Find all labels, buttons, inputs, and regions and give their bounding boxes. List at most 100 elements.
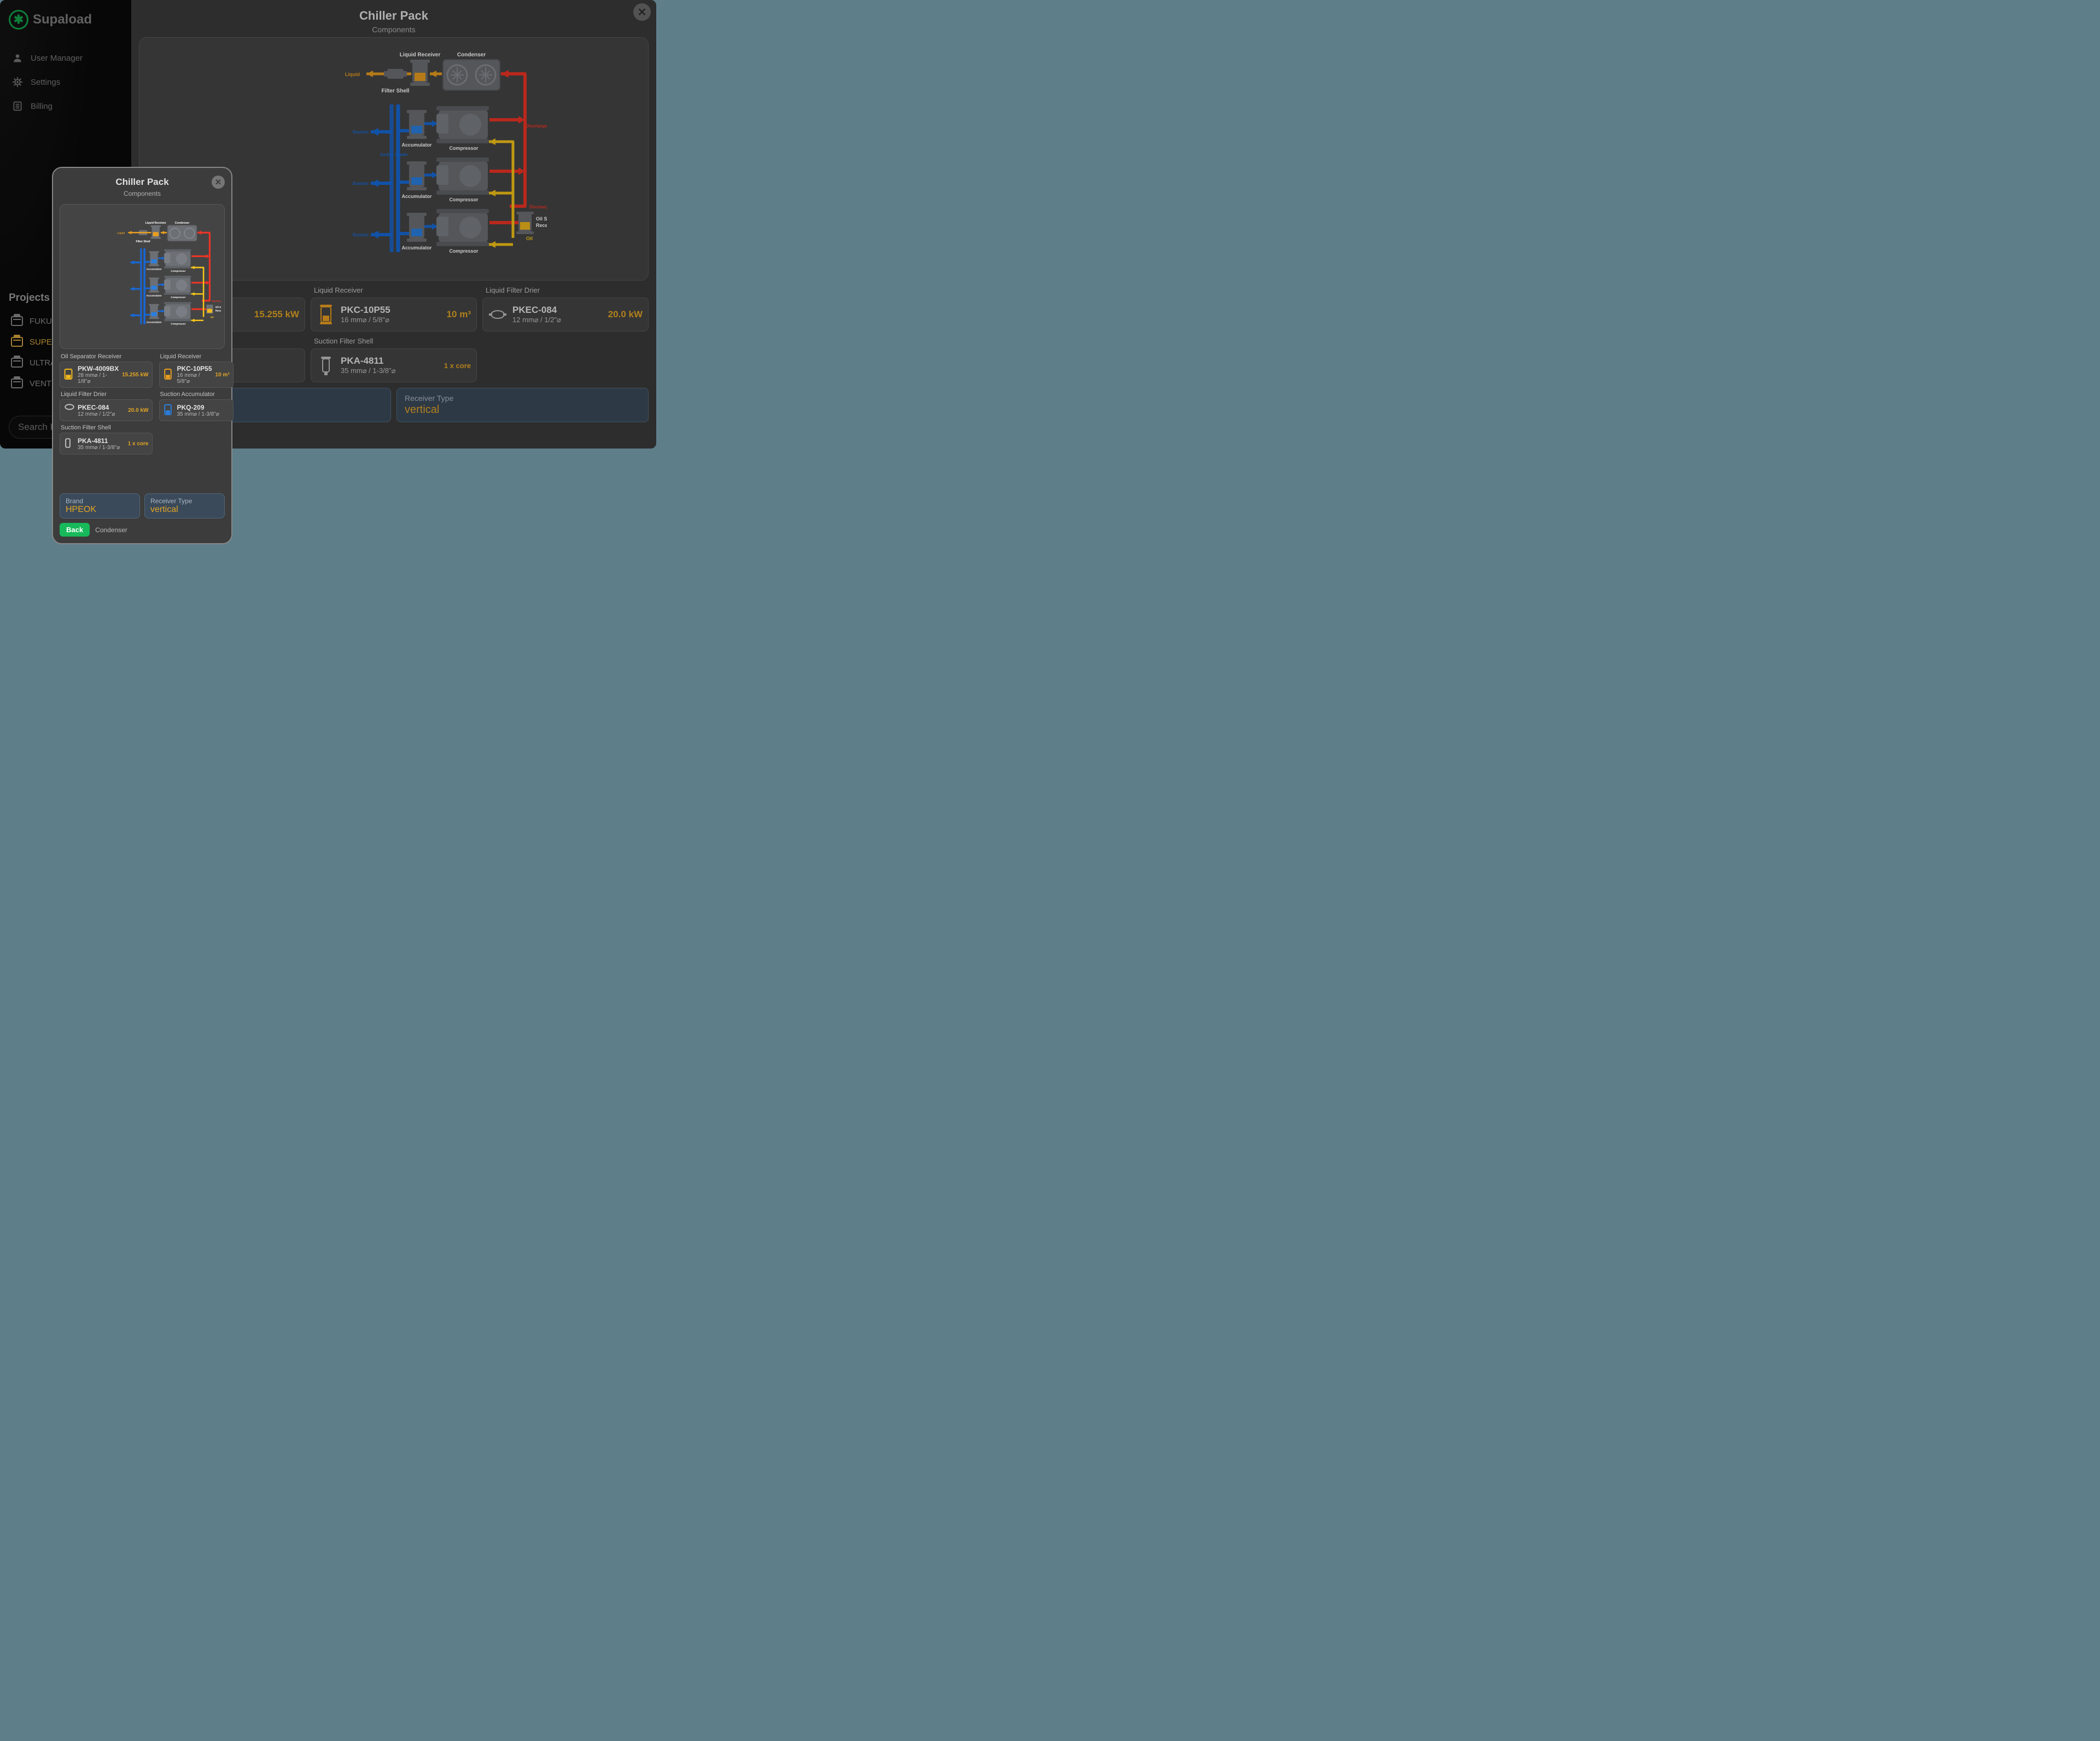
compact-diagram-panel: Condenser Liquid Receiver Filter Shell L… bbox=[60, 204, 225, 349]
project-icon bbox=[11, 358, 23, 368]
compact-footer: Back Condenser bbox=[60, 523, 225, 537]
liquid-receiver-icon bbox=[317, 302, 335, 327]
svg-text:Compressor: Compressor bbox=[449, 145, 479, 151]
card-suction-accumulator[interactable]: PKQ-20935 mm⌀ / 1-3/8"⌀ bbox=[159, 399, 234, 421]
compact-subtitle: Components bbox=[60, 190, 225, 197]
info-receiver-type[interactable]: Receiver Type vertical bbox=[144, 493, 225, 519]
modal-header: Chiller Pack Components ✕ bbox=[131, 0, 656, 37]
svg-text:Receiver: Receiver bbox=[536, 223, 547, 228]
card-label: Suction Filter Shell bbox=[311, 337, 477, 345]
svg-text:Receiver: Receiver bbox=[215, 309, 221, 312]
card-suction-filter-shell[interactable]: PKA-4811 35 mm⌀ / 1-3/8"⌀ 1 x core bbox=[311, 348, 477, 382]
card-suction-filter-shell[interactable]: PKA-481135 mm⌀ / 1-3/8"⌀ 1 x core bbox=[60, 433, 153, 455]
brand-name: Supaload bbox=[33, 12, 92, 27]
card-metric: 1 x core bbox=[444, 362, 471, 370]
card-sub: 12 mm⌀ / 1/2"⌀ bbox=[512, 316, 603, 324]
modal-subtitle: Components bbox=[131, 25, 656, 34]
svg-text:Oil Separator: Oil Separator bbox=[536, 216, 547, 222]
info-label: Receiver Type bbox=[405, 394, 640, 403]
svg-text:Liquid: Liquid bbox=[117, 231, 125, 234]
project-icon bbox=[11, 337, 23, 347]
svg-text:Condenser: Condenser bbox=[175, 222, 190, 225]
liquid-receiver-icon bbox=[163, 367, 174, 382]
info-receiver-type[interactable]: Receiver Type vertical bbox=[396, 388, 649, 422]
svg-text:Discharge: Discharge bbox=[529, 205, 547, 209]
card-liquid-receiver[interactable]: PKC-10P5516 mm⌀ / 5/8"⌀ 10 m³ bbox=[159, 362, 234, 388]
svg-text:Accumulator: Accumulator bbox=[401, 142, 432, 148]
svg-text:Liquid Receiver: Liquid Receiver bbox=[400, 52, 441, 58]
svg-text:Suction Header: Suction Header bbox=[380, 153, 409, 157]
svg-text:Oil Separator: Oil Separator bbox=[215, 306, 221, 308]
filter-shell-icon bbox=[317, 353, 335, 377]
nav-item-user-manager[interactable]: User Manager bbox=[9, 46, 122, 70]
svg-text:Oil: Oil bbox=[526, 236, 533, 241]
card-label: Liquid Receiver bbox=[311, 286, 477, 294]
info-brand[interactable]: Brand HPEOK bbox=[60, 493, 140, 519]
svg-text:Suction: Suction bbox=[353, 181, 369, 186]
close-icon[interactable]: ✕ bbox=[212, 176, 225, 189]
back-button[interactable]: Back bbox=[60, 523, 90, 537]
project-icon bbox=[11, 316, 23, 326]
svg-text:Compressor: Compressor bbox=[449, 197, 479, 202]
chiller-diagram: Condenser Liquid Receiver Filter Shell bbox=[241, 50, 547, 269]
svg-text:Discharge: Discharge bbox=[212, 300, 221, 302]
svg-text:Accumulator: Accumulator bbox=[147, 321, 162, 323]
svg-text:Condenser: Condenser bbox=[457, 52, 486, 58]
svg-text:Accumulator: Accumulator bbox=[401, 194, 432, 199]
card-title: PKEC-084 bbox=[512, 305, 603, 316]
compact-panel: Chiller Pack Components ✕ Condenser Liqu… bbox=[52, 167, 232, 544]
accumulator-icon bbox=[163, 403, 174, 418]
brand-logo: ✱ Supaload bbox=[9, 10, 122, 30]
filter-drier-icon bbox=[488, 302, 507, 327]
card-label: Liquid Receiver bbox=[159, 353, 234, 360]
svg-text:Liquid: Liquid bbox=[345, 72, 360, 77]
nav-list: User ManagerSettingsBilling bbox=[9, 46, 122, 118]
card-title: PKA-4811 bbox=[341, 356, 439, 366]
card-title: PKC-10P55 bbox=[341, 305, 441, 316]
filter-shell-icon bbox=[63, 436, 74, 451]
nav-item-billing[interactable]: Billing bbox=[9, 94, 122, 118]
svg-text:Discharge Header: Discharge Header bbox=[526, 124, 547, 129]
card-label: Liquid Filter Drier bbox=[60, 391, 153, 398]
compact-header: Chiller Pack Components ✕ bbox=[60, 173, 225, 201]
card-liquid-receiver[interactable]: PKC-10P55 16 mm⌀ / 5/8"⌀ 10 m³ bbox=[311, 298, 477, 331]
svg-text:Suction: Suction bbox=[353, 232, 369, 237]
card-sub: 16 mm⌀ / 5/8"⌀ bbox=[341, 316, 441, 324]
card-metric: 15.255 kW bbox=[254, 309, 299, 320]
chiller-diagram: Condenser Liquid Receiver Filter Shell L… bbox=[63, 208, 221, 345]
card-oil-separator[interactable]: PKW-4009BX28 mm⌀ / 1-1/8"⌀ 15.255 kW bbox=[60, 362, 153, 388]
breadcrumb: Condenser bbox=[95, 526, 127, 534]
compact-title: Chiller Pack bbox=[60, 177, 225, 188]
card-liquid-filter-drier[interactable]: PKEC-08412 mm⌀ / 1/2"⌀ 20.0 kW bbox=[60, 399, 153, 421]
close-icon[interactable]: ✕ bbox=[633, 3, 651, 21]
compact-info-row: Brand HPEOK Receiver Type vertical bbox=[60, 493, 225, 519]
svg-text:Accumulator: Accumulator bbox=[401, 245, 432, 251]
card-label: Suction Filter Shell bbox=[60, 424, 153, 431]
ledger-icon bbox=[11, 100, 24, 113]
svg-text:Suction: Suction bbox=[353, 130, 369, 135]
card-sub: 35 mm⌀ / 1-3/8"⌀ bbox=[341, 366, 439, 375]
person-icon bbox=[11, 51, 24, 65]
card-metric: 10 m³ bbox=[447, 309, 471, 320]
nav-item-settings[interactable]: Settings bbox=[9, 70, 122, 94]
svg-text:Filter Shell: Filter Shell bbox=[381, 88, 409, 94]
svg-text:Accumulator: Accumulator bbox=[147, 294, 162, 297]
snowflake-icon: ✱ bbox=[9, 10, 28, 30]
svg-text:Compressor: Compressor bbox=[171, 270, 185, 272]
oil-separator-icon bbox=[63, 367, 74, 382]
card-metric: 20.0 kW bbox=[608, 309, 643, 320]
info-value: vertical bbox=[405, 404, 640, 416]
card-label: Oil Separator Receiver bbox=[60, 353, 153, 360]
card-label: Liquid Filter Drier bbox=[482, 286, 649, 294]
svg-text:Accumulator: Accumulator bbox=[147, 268, 162, 271]
svg-text:Compressor: Compressor bbox=[449, 248, 479, 254]
svg-text:Compressor: Compressor bbox=[171, 322, 185, 325]
svg-text:Compressor: Compressor bbox=[171, 296, 185, 299]
filter-drier-icon bbox=[63, 403, 74, 418]
modal-title: Chiller Pack bbox=[131, 9, 656, 23]
svg-text:Oil: Oil bbox=[210, 316, 213, 319]
svg-text:Filter Shell: Filter Shell bbox=[136, 240, 150, 243]
card-label: Suction Accumulator bbox=[159, 391, 234, 398]
card-liquid-filter-drier[interactable]: PKEC-084 12 mm⌀ / 1/2"⌀ 20.0 kW bbox=[482, 298, 649, 331]
gear-icon bbox=[11, 75, 24, 89]
